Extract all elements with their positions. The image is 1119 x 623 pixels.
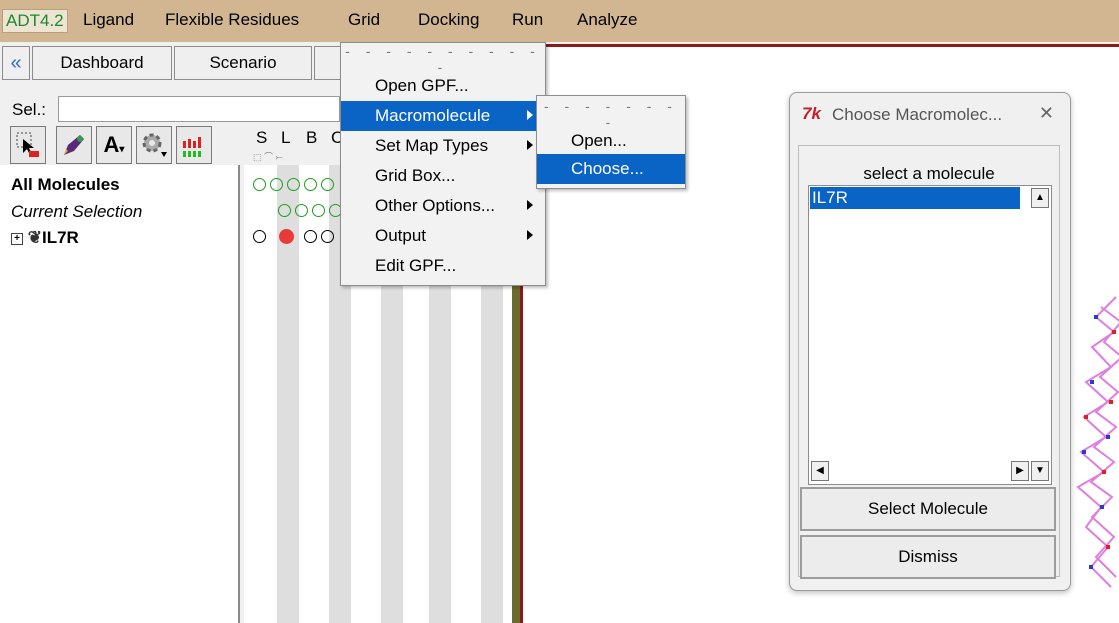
column-header-l: L bbox=[281, 128, 291, 147]
sequence-bars-icon bbox=[183, 137, 201, 157]
group-label: select a molecule bbox=[863, 164, 995, 183]
residue-tool-button[interactable] bbox=[176, 126, 212, 164]
pencil-icon bbox=[64, 135, 84, 155]
label-tool-button[interactable]: A▾ bbox=[96, 126, 132, 164]
tab-scenario[interactable]: Scenario bbox=[174, 46, 312, 80]
menu-run[interactable]: Run bbox=[512, 10, 543, 30]
menu-adt[interactable]: ADT4.2 bbox=[2, 9, 68, 33]
show-toggle-circle[interactable] bbox=[287, 178, 300, 191]
submenu-arrow-icon bbox=[527, 140, 533, 150]
tk-logo-icon: 7k bbox=[802, 104, 821, 123]
show-toggle-circle[interactable] bbox=[278, 204, 291, 217]
gear-icon bbox=[142, 133, 167, 157]
menu-flexible-residues[interactable]: Flexible Residues bbox=[165, 10, 299, 30]
tab-dashboard[interactable]: Dashboard bbox=[32, 46, 172, 80]
menu-item-open[interactable]: Open... bbox=[537, 126, 685, 156]
menu-item-choose[interactable]: Choose... bbox=[537, 154, 685, 184]
menu-ligand[interactable]: Ligand bbox=[83, 10, 134, 30]
choose-macromolecule-dialog: 7k Choose Macromolec... ✕ select a molec… bbox=[789, 92, 1071, 591]
show-toggle-circle[interactable] bbox=[270, 178, 283, 191]
settings-tool-button[interactable] bbox=[136, 126, 172, 164]
menu-docking[interactable]: Docking bbox=[418, 10, 479, 30]
menu-grid[interactable]: Grid bbox=[348, 10, 380, 30]
grid-menu: - - - - - - - - - - - Open GPF... Macrom… bbox=[340, 42, 546, 286]
molecule-tree: All Molecules Current Selection + ❦IL7R bbox=[0, 165, 240, 623]
selection-label: Sel.: bbox=[12, 100, 47, 119]
menu-item-output[interactable]: Output bbox=[341, 221, 545, 251]
menu-analyze[interactable]: Analyze bbox=[577, 10, 637, 30]
collapse-panel-button[interactable]: « bbox=[2, 46, 30, 80]
column-header-b: B bbox=[306, 128, 318, 147]
expand-plus-icon[interactable]: + bbox=[11, 232, 23, 245]
tree-molecule-il7r[interactable]: + ❦IL7R bbox=[11, 228, 79, 248]
select-mode-icon: ⬚ ⌒ ⤚ bbox=[253, 152, 283, 162]
double-chevron-left-icon: « bbox=[10, 51, 22, 74]
submenu-arrow-icon bbox=[527, 110, 533, 120]
scroll-left-button[interactable]: ◀ bbox=[811, 461, 829, 481]
dismiss-button[interactable]: Dismiss bbox=[800, 535, 1056, 579]
show-toggle-circle[interactable] bbox=[295, 204, 308, 217]
molecule-listbox[interactable]: IL7R ▲ ◀ ▶ ▼ bbox=[808, 185, 1052, 485]
molecule-icon: ❦ bbox=[27, 228, 42, 247]
menu-item-other-options[interactable]: Other Options... bbox=[341, 191, 545, 221]
show-toggle-circle[interactable] bbox=[321, 178, 334, 191]
show-toggle-circle[interactable] bbox=[253, 178, 266, 191]
select-tool-button[interactable] bbox=[10, 126, 46, 164]
menu-item-set-map-types[interactable]: Set Map Types bbox=[341, 131, 545, 161]
dialog-title: Choose Macromolec... bbox=[832, 105, 1003, 124]
selection-cursor-icon bbox=[16, 132, 39, 157]
submenu-arrow-icon bbox=[527, 230, 533, 240]
tree-all-molecules[interactable]: All Molecules bbox=[11, 175, 120, 195]
scroll-down-button[interactable]: ▼ bbox=[1031, 461, 1049, 481]
menu-item-open-gpf[interactable]: Open GPF... bbox=[341, 71, 545, 101]
column-header-s: S bbox=[256, 128, 268, 147]
show-toggle-circle-active[interactable] bbox=[279, 229, 294, 244]
show-toggle-circle[interactable] bbox=[312, 204, 325, 217]
selection-input[interactable] bbox=[58, 96, 340, 122]
menu-item-macromolecule[interactable]: Macromolecule bbox=[341, 101, 545, 131]
submenu-arrow-icon bbox=[527, 200, 533, 210]
label-a-icon: A▾ bbox=[103, 132, 125, 157]
list-item[interactable]: IL7R bbox=[810, 187, 1020, 209]
scroll-up-button[interactable]: ▲ bbox=[1031, 188, 1049, 208]
color-tool-button[interactable] bbox=[56, 126, 92, 164]
close-icon[interactable]: ✕ bbox=[1039, 103, 1054, 124]
menu-item-grid-box[interactable]: Grid Box... bbox=[341, 161, 545, 191]
menu-item-edit-gpf[interactable]: Edit GPF... bbox=[341, 251, 545, 281]
show-toggle-circle[interactable] bbox=[253, 230, 266, 243]
menu-bar: ADT4.2 Ligand Flexible Residues Grid Doc… bbox=[0, 0, 1119, 42]
scroll-right-button[interactable]: ▶ bbox=[1011, 461, 1029, 481]
macromolecule-submenu: - - - - - - - - Open... Choose... bbox=[536, 95, 686, 189]
show-toggle-circle[interactable] bbox=[304, 178, 317, 191]
show-toggle-circle[interactable] bbox=[321, 230, 334, 243]
tree-current-selection[interactable]: Current Selection bbox=[11, 202, 142, 222]
select-molecule-button[interactable]: Select Molecule bbox=[800, 487, 1056, 531]
show-toggle-circle[interactable] bbox=[304, 230, 317, 243]
